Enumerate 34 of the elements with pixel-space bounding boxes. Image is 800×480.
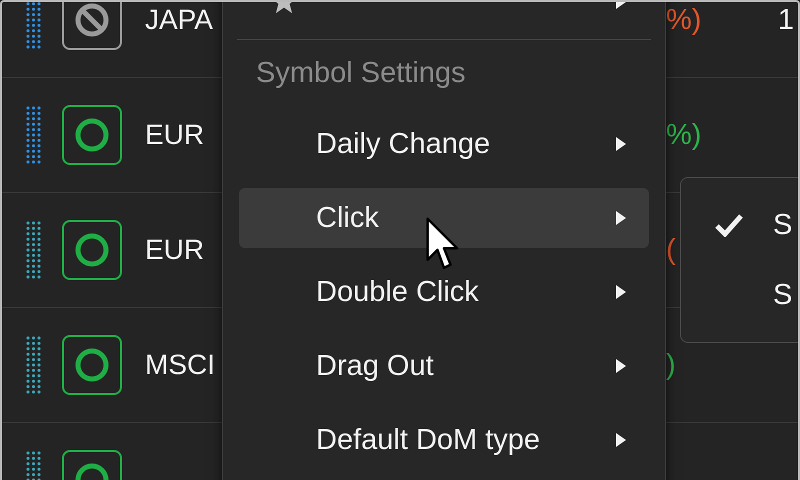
drag-handle-icon[interactable] [26, 335, 42, 395]
section-header: Symbol Settings [255, 57, 466, 90]
submenu-arrow-icon [615, 210, 627, 226]
submenu-item[interactable]: S [681, 260, 798, 330]
submenu-arrow-icon [615, 358, 627, 374]
change-percent: ) [666, 348, 676, 382]
submenu-arrow-icon [615, 136, 627, 152]
menu-item[interactable]: Double Click [239, 262, 649, 322]
drag-handle-icon[interactable] [26, 2, 42, 50]
status-badge[interactable] [62, 220, 122, 280]
circle-icon [74, 117, 110, 153]
change-percent: ( [666, 234, 676, 266]
submenu-arrow-icon [615, 284, 627, 300]
symbol-name: EUR [145, 234, 204, 266]
no-entry-icon [74, 2, 110, 38]
change-percent: %) [666, 118, 702, 152]
price-value: 1 [778, 4, 795, 36]
status-badge[interactable] [62, 105, 122, 165]
submenu-item[interactable]: S [681, 190, 798, 260]
symbol-name: MSCI [145, 349, 215, 381]
drag-handle-icon[interactable] [26, 220, 42, 280]
menu-item[interactable]: Default DoM type [239, 410, 649, 470]
circle-icon [74, 232, 110, 268]
menu-item[interactable]: Click [239, 188, 649, 248]
menu-item[interactable]: Drag Out [239, 336, 649, 396]
menu-item[interactable]: Daily Change [239, 114, 649, 174]
drag-handle-icon[interactable] [26, 105, 42, 165]
circle-icon [74, 347, 110, 383]
submenu-arrow-icon [615, 432, 627, 448]
symbol-name: EUR [145, 119, 204, 151]
change-percent: %) [666, 4, 702, 36]
status-badge[interactable] [62, 2, 122, 50]
symbol-name: JAPA [145, 4, 213, 36]
status-badge[interactable] [62, 335, 122, 395]
